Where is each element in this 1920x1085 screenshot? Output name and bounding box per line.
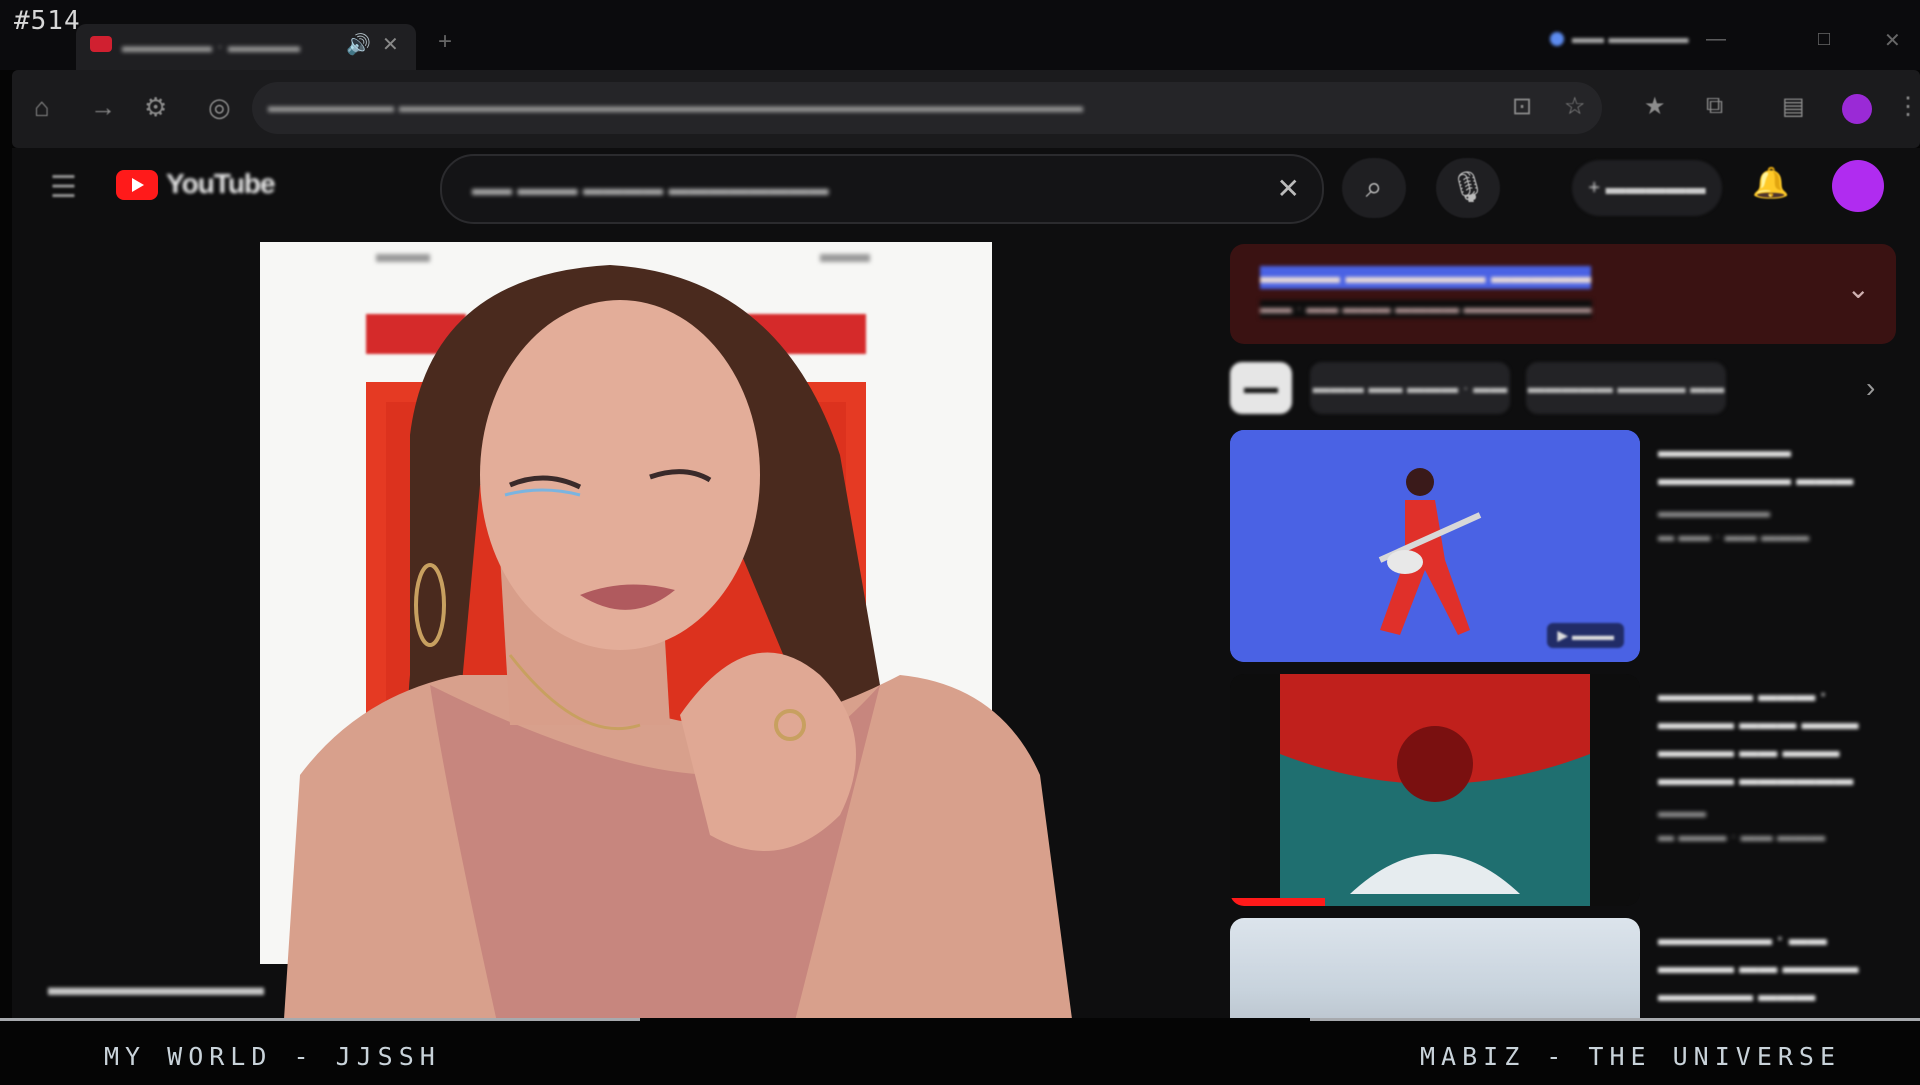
forward-icon[interactable]: → — [90, 92, 116, 123]
tab-title: ▬▬▬▬▬ · ▬▬▬▬ — [122, 36, 300, 56]
profile-chip[interactable]: ▬▬ ▬▬▬▬▬ — [1550, 30, 1688, 48]
now-playing-right: MABIZ - THE UNIVERSE — [1420, 1042, 1842, 1071]
browser-profile-avatar[interactable] — [1842, 94, 1872, 124]
video-meta: ▬▬▬▬▬▬▬ ▬▬▬▬▬▬▬ ▬▬▬ ▬▬▬▬▬▬▬ ▬ ▬▬ · ▬▬ ▬▬… — [1658, 441, 1854, 545]
chevron-down-icon[interactable]: ⌄ — [1847, 272, 1870, 305]
live-chat-notice[interactable]: ▬▬▬▬ ▬▬▬▬▬▬▬ ▬▬▬▬▬ ▬▬ · ▬▬ ▬▬▬ ▬▬▬▬ ▬▬▬▬… — [1230, 244, 1896, 344]
now-playing-left: MY WORLD - JJSSH — [104, 1042, 441, 1071]
youtube-wordmark[interactable]: YouTube — [166, 168, 276, 200]
sidebar-icon[interactable]: ▤ — [1782, 92, 1805, 121]
new-tab-plus-icon[interactable]: + — [438, 28, 452, 56]
recommendation-item[interactable]: ▶ ▬▬▬ ▬▬▬▬▬▬▬ ▬▬▬▬▬▬▬ ▬▬▬ ▬▬▬▬▬▬▬ ▬ ▬▬ ·… — [1230, 430, 1896, 666]
streamer-portrait — [280, 265, 1080, 1080]
chevron-right-icon[interactable]: › — [1866, 372, 1875, 404]
star-icon[interactable]: ☆ — [1564, 92, 1586, 121]
bell-icon[interactable]: 🔔 — [1752, 166, 1789, 201]
speaker-icon[interactable]: 🔊 — [346, 32, 371, 57]
clear-search-icon[interactable]: ✕ — [1277, 172, 1300, 205]
url-field[interactable]: ▬▬▬▬▬▬▬ ▬▬▬▬▬▬▬▬▬▬▬▬▬▬▬▬▬▬▬▬▬▬▬▬▬▬▬▬▬▬▬▬… — [252, 82, 1602, 134]
more-icon[interactable]: ⋮ — [1896, 92, 1920, 121]
youtube-favicon-icon — [90, 36, 112, 52]
minimize-icon[interactable]: — — [1706, 28, 1726, 51]
browser-tab[interactable]: ▬▬▬▬▬ · ▬▬▬▬ 🔊 ✕ — [76, 24, 416, 70]
abstract-art-illustration — [1230, 674, 1640, 906]
account-avatar[interactable] — [1832, 160, 1884, 212]
video-meta: ▬▬▬▬▬ ▬▬▬ · ▬▬▬▬ ▬▬▬ ▬▬▬ ▬▬▬▬ ▬▬ ▬▬▬ ▬▬▬… — [1658, 685, 1859, 845]
recommendation-item[interactable]: ▬▬▬▬▬▬ · ▬▬ ▬▬▬▬ ▬▬ ▬▬▬▬ ▬▬▬▬▬ ▬▬▬ ▬▬▬▬▬… — [1230, 918, 1896, 1038]
mic-icon[interactable]: 🎙 — [1436, 158, 1500, 218]
puzzle-icon[interactable]: ⧉ — [1706, 92, 1723, 120]
site-info-icon[interactable]: ◎ — [208, 92, 231, 123]
webcam-overlay — [280, 255, 1160, 1080]
episode-number: #514 — [14, 6, 81, 36]
filter-chips: ▬▬ ▬▬▬ ▬▬ ▬▬▬ · ▬▬ ▬▬▬▬▬ ▬▬▬▬ ▬▬ › — [1230, 362, 1896, 416]
youtube-logo-icon[interactable] — [116, 170, 158, 200]
create-button[interactable]: + ▬▬▬▬▬ — [1572, 160, 1722, 216]
tune-icon[interactable]: ⚙ — [144, 92, 167, 123]
home-icon[interactable]: ⌂ — [34, 92, 50, 123]
profile-dot-icon — [1550, 31, 1564, 46]
video-thumbnail[interactable]: ▶ ▬▬▬ — [1230, 430, 1640, 662]
video-thumbnail[interactable] — [1230, 674, 1640, 906]
extension-icon[interactable]: ★ — [1644, 92, 1666, 121]
tab-close-icon[interactable]: ✕ — [382, 32, 399, 57]
stream-now-playing-bar: MY WORLD - JJSSH MABIZ - THE UNIVERSE — [0, 1018, 1920, 1080]
hamburger-menu-icon[interactable]: ☰ — [50, 170, 77, 205]
chip-all[interactable]: ▬▬ — [1230, 362, 1292, 414]
search-input[interactable]: ▬▬ ▬▬▬ ▬▬▬▬ ▬▬▬▬▬▬▬▬ ✕ — [440, 154, 1324, 224]
channel-label: ▬▬▬▬▬▬▬▬▬ — [48, 974, 264, 1001]
search-icon[interactable]: ⌕ — [1342, 158, 1406, 218]
address-bar-row: ⌂ → ⚙ ◎ ▬▬▬▬▬▬▬ ▬▬▬▬▬▬▬▬▬▬▬▬▬▬▬▬▬▬▬▬▬▬▬▬… — [12, 70, 1920, 148]
recommendation-item[interactable]: ▬▬▬▬▬ ▬▬▬ · ▬▬▬▬ ▬▬▬ ▬▬▬ ▬▬▬▬ ▬▬ ▬▬▬ ▬▬▬… — [1230, 674, 1896, 910]
window-close-icon[interactable]: ✕ — [1884, 28, 1901, 53]
watch-progress-bar — [1230, 898, 1325, 906]
divider-line — [0, 1018, 640, 1021]
chip-filter[interactable]: ▬▬▬▬▬ ▬▬▬▬ ▬▬ — [1526, 362, 1726, 414]
maximize-icon[interactable]: □ — [1818, 28, 1830, 51]
divider-line — [1310, 1018, 1920, 1021]
mix-badge: ▶ ▬▬▬ — [1547, 623, 1624, 648]
browser-tab-bar: #514 ▬▬▬▬▬ · ▬▬▬▬ 🔊 ✕ + ▬▬ ▬▬▬▬▬ — □ ✕ — [0, 0, 1920, 70]
install-icon[interactable]: ⊡ — [1512, 92, 1532, 121]
chip-filter[interactable]: ▬▬▬ ▬▬ ▬▬▬ · ▬▬ — [1310, 362, 1510, 414]
